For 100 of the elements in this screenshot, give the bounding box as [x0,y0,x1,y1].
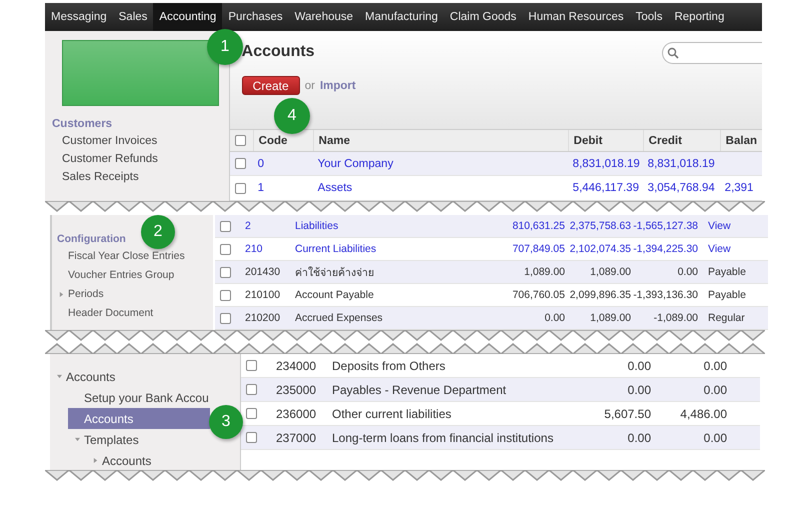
sidebar-item[interactable]: Header Document [52,304,213,323]
checkbox[interactable] [246,360,257,371]
sidebar-item[interactable]: Fiscal Year Close Entries [52,247,213,266]
table-cell-text: 5,446,117.39 [572,182,640,194]
section-title: Configuration [57,233,126,245]
table-cell-text: 0.00 [702,382,728,398]
table-row[interactable]: 235000 Payables - Revenue Department 0.00 0.00 [241,378,760,402]
section-title: Customers [51,117,114,132]
menu-item[interactable]: Messaging [45,3,113,31]
checkbox[interactable] [220,266,231,278]
tree-item[interactable]: Templates [50,429,139,450]
table-cell-text: Your Company [316,158,394,170]
table-cell-text: 235000 [275,382,318,398]
checkbox[interactable] [220,312,231,324]
checkbox[interactable] [246,384,257,395]
menu-item[interactable]: Tools [630,3,668,31]
sidebar-item[interactable]: Sales Receipts [45,168,229,186]
table-cell-text: 8,831,018.19 [646,158,716,170]
table-cell-text: 0.00 [702,358,728,374]
checkbox[interactable] [246,408,257,419]
table-row[interactable]: 201430 ค่าใช้จ่ายค้างจ่าย 1,089.00 1,089.00 0.00 Payable [215,261,768,284]
search-icon [667,47,679,59]
caret-right-icon[interactable] [92,458,98,463]
table-cell-text: 0.00 [544,311,566,326]
table-cell-text: -1,089.00 [652,311,699,326]
tree-item[interactable]: Accounts [50,450,152,470]
menu-item[interactable]: Reporting [668,3,730,31]
table-cell-text: Long-term loans from financial institutions [331,430,554,446]
table-cell-text: Payable [707,288,747,303]
table-cell-text: 5,607.50 [603,406,652,422]
table-cell-text: 0.00 [702,430,728,446]
table-cell-text: Payable [707,265,747,280]
table-cell-text: -1,394,225.30 [636,242,699,257]
table-cell-text: View [707,219,732,234]
tree-item[interactable]: Accounts [50,366,116,387]
table-cell-text: 8,831,018.19 [572,158,641,170]
table-row[interactable]: 2 Liabilities 810,631.25 2,375,758.63 -1,565,127.38 View [215,215,768,238]
table-cell-text: Accrued Expenses [294,311,384,326]
checkbox[interactable] [220,220,231,232]
table-row[interactable]: 0 Your Company 8,831,018.19 8,831,018.19 [230,152,762,176]
menu-item[interactable]: Manufacturing [359,3,444,31]
tree-item[interactable]: Accounts [68,408,210,429]
page-title: Accounts [242,43,315,61]
table-cell-text: 0.00 [626,382,652,398]
column-header[interactable]: Name [312,130,568,151]
table-cell-text: 210100 [244,288,282,303]
sidebar-item[interactable]: Voucher Entries Group [52,266,213,285]
checkbox[interactable] [220,244,231,254]
sidebar-item[interactable]: Customer Refunds [45,150,229,168]
checkbox[interactable] [234,182,246,194]
column-header[interactable]: Debit [568,130,643,151]
table-cell-text: Regular [707,311,746,326]
table-cell-text: Account Payable [294,288,375,303]
create-button[interactable]: Create [242,76,300,95]
table-row[interactable]: 1 Assets 5,446,117.39 3,054,768.94 2,391 [230,176,762,201]
table-cell-text: 210200 [244,311,282,326]
caret-down-icon[interactable] [56,374,62,379]
column-header[interactable]: Credit [642,130,720,151]
table-cell-text: 706,760.05 [511,288,566,303]
menu-item[interactable]: Accounting [153,3,222,31]
table-cell-text: View [707,242,732,257]
table-cell-text: 210 [244,242,264,257]
checkbox[interactable] [234,135,246,146]
table-cell-text: 234000 [275,358,318,374]
table-cell-text: 0.00 [676,265,699,280]
table-cell-text: 237000 [275,430,318,446]
table-cell-text: Current Liabilities [294,242,378,257]
table-cell-text: 2,391 [724,182,754,194]
table-cell-text: Payables - Revenue Department [331,382,508,398]
menu-item[interactable]: Purchases [222,3,289,31]
table-cell-text: Assets [316,182,354,194]
checkbox[interactable] [246,432,257,443]
sidebar-item[interactable]: Customer Invoices [45,132,229,150]
table-cell-text: 1,089.00 [589,311,632,326]
table-cell-text: 1,089.00 [589,265,632,280]
menu-item[interactable]: Claim Goods [444,3,522,31]
checkbox[interactable] [234,158,246,170]
table-cell-text: Deposits from Others [331,358,446,374]
table-cell-text: Other current liabilities [331,406,452,422]
search-field[interactable] [662,42,762,64]
tree-item[interactable]: Setup your Bank Accou [50,387,209,408]
menu-item[interactable]: Human Resources [522,3,630,31]
menu-item[interactable]: Sales [112,3,154,31]
table-cell-text: 2 [244,219,252,234]
caret-right-icon[interactable] [58,292,64,296]
table-cell-text: 0.00 [626,358,652,374]
table-row[interactable]: 210200 Accrued Expenses 0.00 1,089.00 -1,089.00 Regular [215,307,768,330]
table-cell-text: 0 [256,158,266,170]
sidebar-item[interactable]: Periods [52,285,213,304]
column-header[interactable]: Balan [720,130,762,151]
table-cell-text: 707,849.05 [511,242,566,257]
table-cell-text: 1,089.00 [523,265,566,280]
table-cell-text: Liabilities [294,219,340,234]
import-link[interactable]: Import [320,80,356,92]
table-cell-text: 201430 [244,265,282,280]
table-row[interactable]: 237000 Long-term loans from financial institutions 0.00 0.00 [241,426,760,450]
caret-down-icon[interactable] [74,437,80,442]
menu-item[interactable]: Warehouse [288,3,360,31]
table-cell-text: ค่าใช้จ่ายค้างจ่าย [294,266,375,280]
checkbox[interactable] [220,290,231,300]
